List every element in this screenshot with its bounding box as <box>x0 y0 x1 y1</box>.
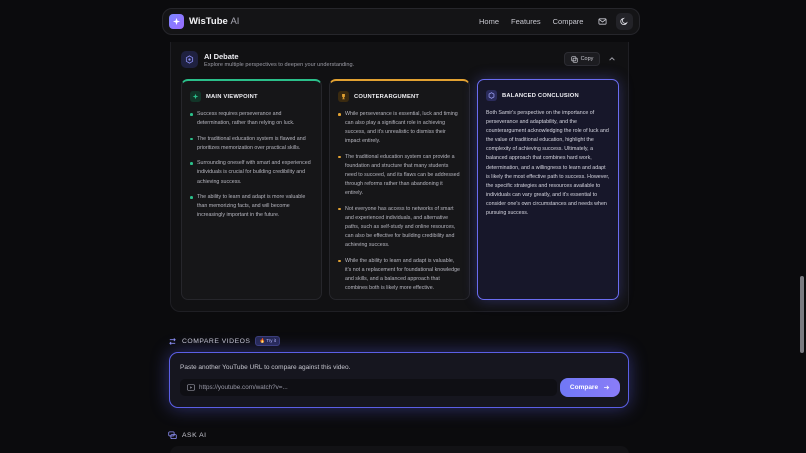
balanced-conclusion-title: BALANCED CONCLUSION <box>502 92 579 99</box>
sparkle-icon <box>190 91 201 102</box>
nav-links: Home Features Compare <box>479 9 583 34</box>
main-point: The ability to learn and adapt is more v… <box>190 193 313 220</box>
copy-button[interactable]: Copy <box>564 52 600 66</box>
nav-link-compare[interactable]: Compare <box>553 17 584 26</box>
swap-icon <box>169 337 176 345</box>
arrow-right-icon <box>604 385 610 390</box>
compare-panel: Paste another YouTube URL to compare aga… <box>169 352 629 408</box>
conclusion-text: Both Samir's perspective on the importan… <box>486 110 610 217</box>
counter-point: While perseverance is essential, luck an… <box>338 110 461 146</box>
url-placeholder: https://youtube.com/watch?v=... <box>199 384 288 391</box>
compare-section-header: COMPARE VIDEOS 🔥 Try it <box>168 336 281 346</box>
try-it-badge: 🔥 Try it <box>255 336 281 346</box>
main-viewpoint-column: MAIN VIEWPOINT Success requires persever… <box>181 79 322 300</box>
counterargument-title: COUNTERARGUMENT <box>354 93 420 100</box>
compare-button[interactable]: Compare <box>560 378 620 397</box>
main-point: Success requires perseverance and determ… <box>190 110 313 128</box>
counterargument-column: COUNTERARGUMENT While perseverance is es… <box>329 79 470 300</box>
debate-subtitle: Explore multiple perspectives to deepen … <box>204 62 355 68</box>
ai-debate-card: AI Debate Explore multiple perspectives … <box>170 42 629 312</box>
ask-ai-section-header: ASK AI <box>168 431 207 440</box>
copy-icon <box>570 55 578 63</box>
page-scrollbar[interactable] <box>798 0 806 453</box>
url-input[interactable]: https://youtube.com/watch?v=... <box>180 379 557 396</box>
nav-link-features[interactable]: Features <box>511 17 541 26</box>
brand-name[interactable]: WisTube AI <box>189 16 239 27</box>
top-navbar: WisTube AI Home Features Compare <box>162 8 640 35</box>
chat-icon <box>168 431 177 440</box>
main-viewpoint-title: MAIN VIEWPOINT <box>206 93 258 100</box>
compare-label: Paste another YouTube URL to compare aga… <box>180 364 351 371</box>
main-point: The traditional education system is flaw… <box>190 135 313 153</box>
main-point: Surrounding oneself with smart and exper… <box>190 159 313 186</box>
ask-ai-title: ASK AI <box>182 432 207 439</box>
counter-point: While the ability to learn and adapt is … <box>338 257 461 293</box>
balanced-conclusion-column: BALANCED CONCLUSION Both Samir's perspec… <box>477 79 619 300</box>
scrollbar-thumb[interactable] <box>800 276 804 353</box>
moon-icon[interactable] <box>616 13 633 30</box>
video-icon <box>187 384 195 391</box>
nav-link-home[interactable]: Home <box>479 17 499 26</box>
ask-ai-panel-edge <box>170 446 629 453</box>
debate-title: AI Debate <box>204 52 239 61</box>
mail-icon[interactable] <box>594 13 611 30</box>
debate-icon <box>181 51 198 68</box>
chevron-up-icon[interactable] <box>608 55 616 63</box>
trophy-icon <box>338 91 349 102</box>
scale-icon <box>486 90 497 101</box>
counter-point: The traditional education system can pro… <box>338 153 461 198</box>
logo-icon[interactable] <box>169 14 184 29</box>
compare-title: COMPARE VIDEOS <box>182 337 251 345</box>
counter-point: Not everyone has access to networks of s… <box>338 205 461 250</box>
